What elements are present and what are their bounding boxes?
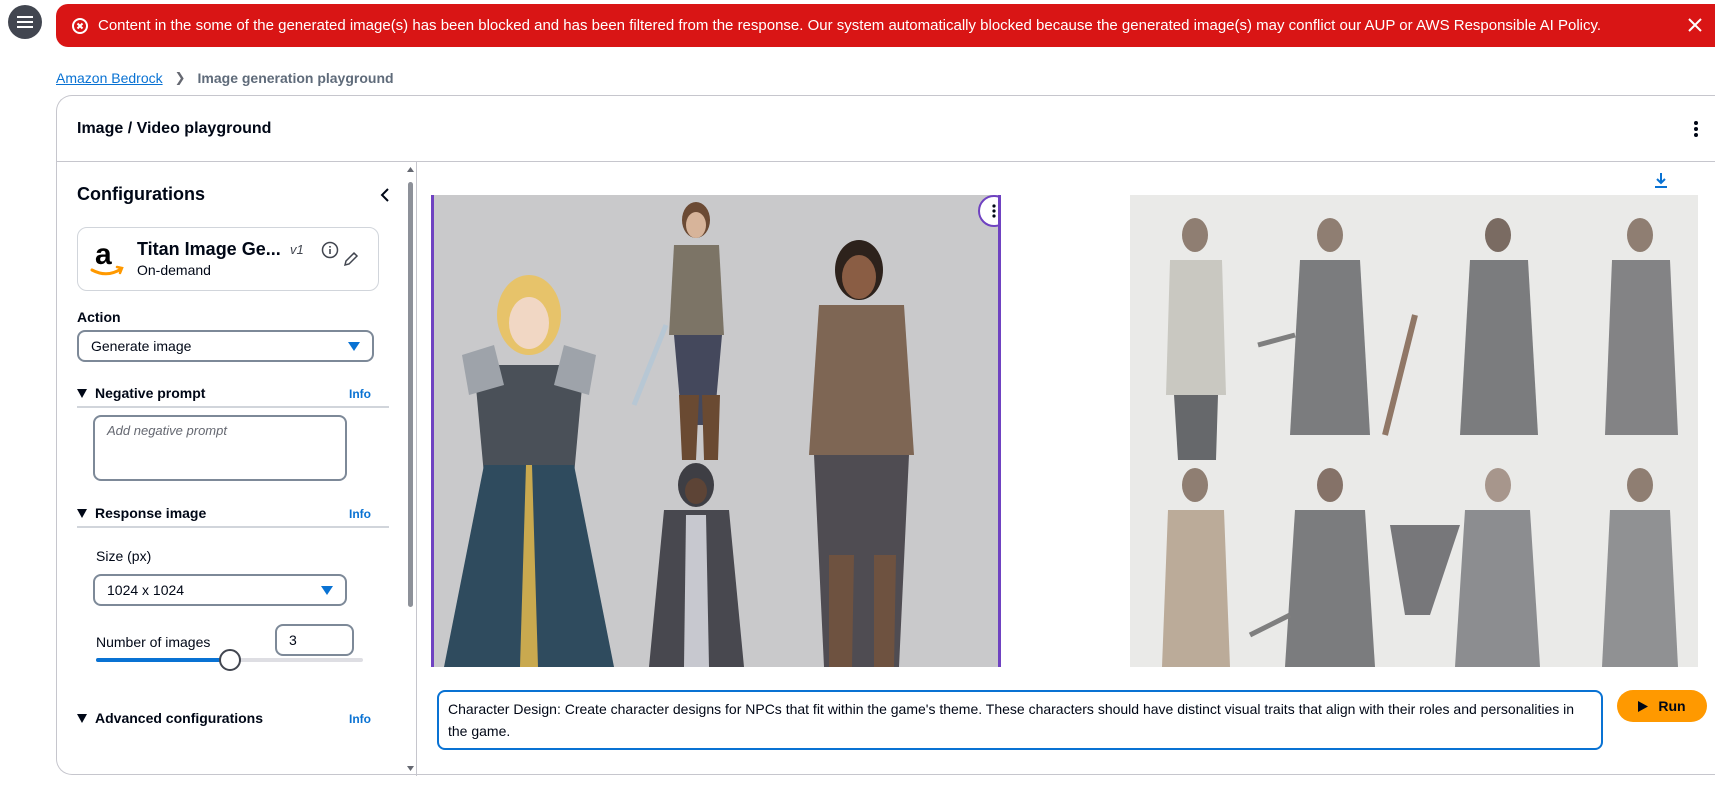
model-card: a Titan Image Ge... v1 On-demand — [77, 227, 379, 291]
prompt-input[interactable]: Character Design: Create character desig… — [437, 690, 1603, 750]
breadcrumb-current: Image generation playground — [197, 70, 394, 86]
caret-down-icon — [77, 714, 87, 723]
size-label: Size (px) — [96, 548, 152, 564]
negative-prompt-input[interactable]: Add negative prompt — [93, 415, 347, 481]
container-header: Image / Video playground — [57, 96, 1715, 162]
response-image-title: Response image — [95, 505, 207, 521]
play-icon — [1638, 700, 1649, 712]
prompt-text: Character Design: Create character desig… — [448, 701, 1575, 739]
download-icon[interactable] — [1654, 172, 1668, 188]
model-mode: On-demand — [137, 262, 211, 278]
advanced-configurations-info-link[interactable]: Info — [349, 712, 371, 726]
character-illustration-1 — [434, 195, 998, 667]
response-image-section[interactable]: Response image Info — [77, 505, 389, 528]
action-label: Action — [77, 309, 121, 325]
more-options-icon[interactable] — [1693, 120, 1699, 138]
action-select-value: Generate image — [91, 338, 192, 354]
playground-container: Image / Video playground Configurations … — [56, 95, 1715, 776]
error-flashbar: Content in the some of the generated ima… — [56, 4, 1715, 47]
generated-image-1[interactable] — [431, 195, 1001, 667]
scroll-down-icon[interactable] — [407, 766, 414, 771]
page-title: Image / Video playground — [77, 119, 272, 137]
number-of-images-input[interactable]: 3 — [275, 624, 354, 656]
svg-text:a: a — [95, 238, 112, 271]
scroll-thumb[interactable] — [408, 182, 413, 607]
more-options-icon — [992, 204, 996, 218]
caret-down-icon — [77, 509, 87, 518]
number-of-images-slider[interactable] — [96, 649, 363, 671]
advanced-configurations-title: Advanced configurations — [95, 710, 264, 726]
run-button[interactable]: Run — [1617, 690, 1707, 722]
response-image-info-link[interactable]: Info — [349, 507, 371, 521]
number-of-images-value: 3 — [289, 632, 297, 648]
caret-down-icon — [348, 342, 360, 351]
slider-thumb[interactable] — [218, 649, 241, 671]
size-select-value: 1024 x 1024 — [107, 582, 185, 598]
number-of-images-label: Number of images — [96, 634, 211, 650]
action-select[interactable]: Generate image — [77, 330, 374, 362]
negative-prompt-info-link[interactable]: Info — [349, 387, 371, 401]
model-version: v1 — [290, 242, 304, 257]
generated-image-2[interactable] — [1130, 195, 1698, 667]
negative-prompt-placeholder: Add negative prompt — [107, 423, 227, 438]
caret-down-icon — [77, 389, 87, 398]
run-button-label: Run — [1658, 698, 1686, 714]
negative-prompt-title: Negative prompt — [95, 385, 206, 401]
error-message: Content in the some of the generated ima… — [98, 17, 1602, 34]
caret-down-icon — [321, 586, 333, 595]
size-select[interactable]: 1024 x 1024 — [93, 574, 347, 606]
model-name: Titan Image Ge... — [137, 239, 281, 259]
close-icon[interactable] — [1686, 16, 1704, 34]
breadcrumb: Amazon Bedrock ❯ Image generation playgr… — [56, 70, 394, 86]
edit-icon[interactable] — [343, 251, 359, 267]
menu-button[interactable] — [8, 5, 42, 39]
error-icon — [72, 17, 88, 34]
configurations-title: Configurations — [77, 184, 205, 204]
negative-prompt-section[interactable]: Negative prompt Info — [77, 385, 389, 408]
chevron-left-icon[interactable] — [377, 186, 395, 204]
slider-fill — [96, 658, 230, 662]
config-scrollbar[interactable] — [404, 162, 416, 776]
amazon-logo: a — [90, 238, 124, 276]
configurations-panel: Configurations a Titan Image Ge... v1 On… — [57, 162, 417, 776]
advanced-configurations-section[interactable]: Advanced configurations Info — [77, 710, 389, 733]
character-illustration-2 — [1130, 195, 1698, 667]
output-area — [418, 162, 1715, 776]
info-icon[interactable] — [321, 241, 339, 259]
chevron-right-icon: ❯ — [174, 70, 186, 85]
hamburger-icon — [17, 16, 33, 28]
breadcrumb-link-amazon-bedrock[interactable]: Amazon Bedrock — [56, 70, 163, 86]
scroll-up-icon[interactable] — [407, 167, 414, 172]
